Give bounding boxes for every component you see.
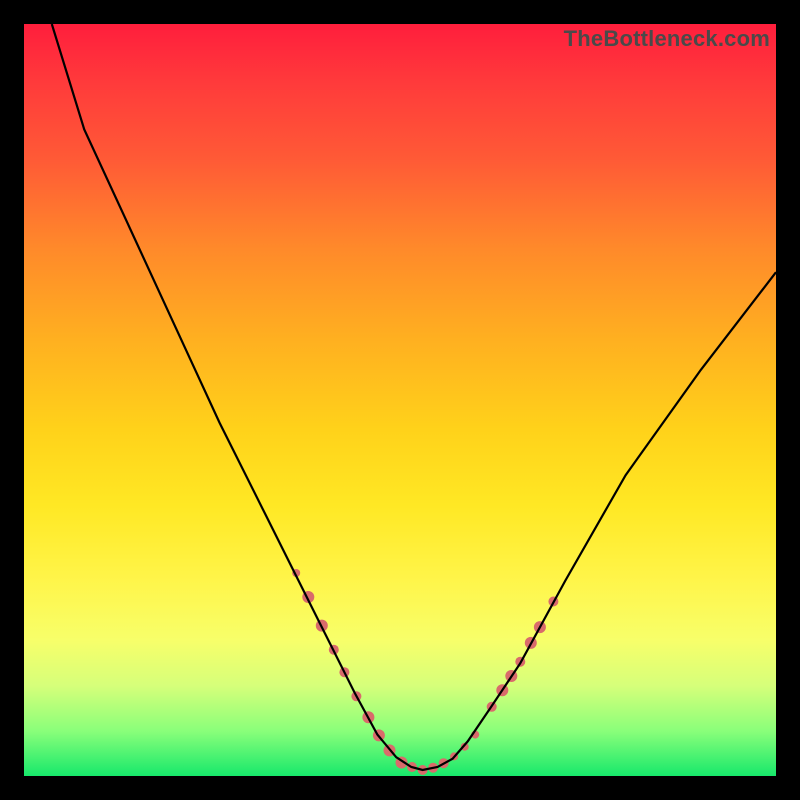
watermark-text: TheBottleneck.com xyxy=(564,26,770,52)
scatter-markers xyxy=(292,569,558,775)
curve-layer xyxy=(24,24,776,776)
bottleneck-curve xyxy=(52,24,776,770)
chart-frame: TheBottleneck.com xyxy=(0,0,800,800)
plot-area: TheBottleneck.com xyxy=(24,24,776,776)
